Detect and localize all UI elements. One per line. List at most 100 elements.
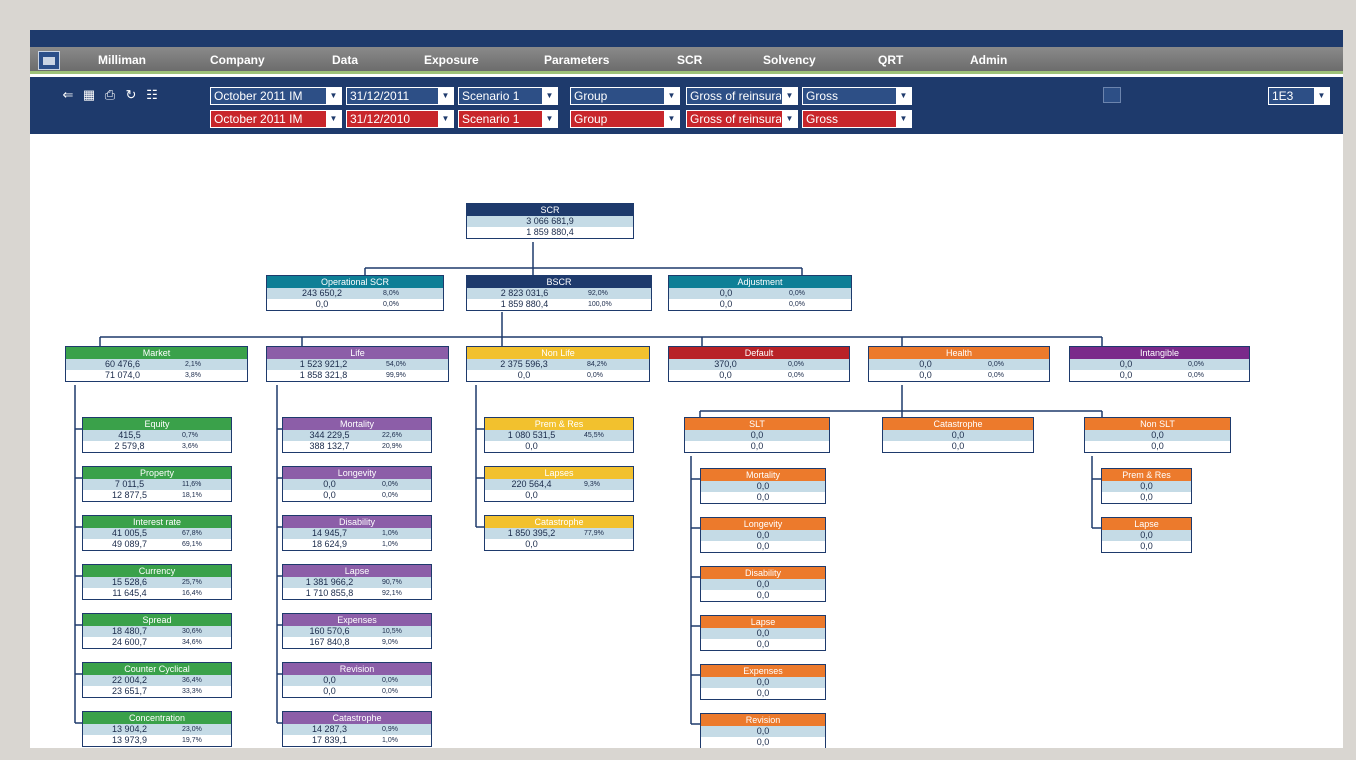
- reinsurance-select-reference[interactable]: Gross of reinsurance▼: [686, 110, 798, 128]
- market-spread-node[interactable]: Spread 18 480,7 30,6% 24 600,7 34,6%: [82, 613, 232, 649]
- health-catastrophe-node[interactable]: Catastrophe 0,0 0,0: [882, 417, 1034, 453]
- reference-value-row: 49 089,7 69,1%: [83, 539, 231, 550]
- menu-parameters[interactable]: Parameters: [544, 53, 609, 67]
- study-select-reference[interactable]: October 2011 IM ▼: [210, 110, 342, 128]
- nonlife-prem-and-res-node[interactable]: Prem & Res 1 080 531,5 45,5% 0,0: [484, 417, 634, 453]
- reference-value-row: 0,0 0,0%: [283, 686, 431, 697]
- current-value-row: 0,0: [1102, 530, 1191, 541]
- life-mortality-node[interactable]: Mortality 344 229,5 22,6% 388 132,7 20,9%: [282, 417, 432, 453]
- life-revision-node[interactable]: Revision 0,0 0,0% 0,0 0,0%: [282, 662, 432, 698]
- menu-solvency[interactable]: Solvency: [763, 53, 816, 67]
- date-select-current[interactable]: 31/12/2011 ▼: [346, 87, 454, 105]
- health-slt-node[interactable]: SLT 0,0 0,0: [684, 417, 830, 453]
- reference-share: 3,8%: [185, 372, 201, 379]
- menu-qrt[interactable]: QRT: [878, 53, 903, 67]
- scenario-select-current[interactable]: Scenario 1 ▼: [458, 87, 558, 105]
- reference-value: 0,0: [1140, 541, 1153, 551]
- slt-mortality-node[interactable]: Mortality 0,0 0,0: [700, 468, 826, 504]
- market-currency-node[interactable]: Currency 15 528,6 25,7% 11 645,4 16,4%: [82, 564, 232, 600]
- app-logo-icon[interactable]: [38, 51, 60, 70]
- gross-select-current[interactable]: Gross ▼: [802, 87, 912, 105]
- reference-value: 24 600,7: [111, 637, 148, 647]
- life-expenses-node[interactable]: Expenses 160 570,6 10,5% 167 840,8 9,0%: [282, 613, 432, 649]
- scr-scr-node[interactable]: SCR 3 066 681,9 1 859 880,4: [466, 203, 634, 239]
- slt-longevity-node[interactable]: Longevity 0,0 0,0: [700, 517, 826, 553]
- slt-lapse-node[interactable]: Lapse 0,0 0,0: [700, 615, 826, 651]
- node-title: Mortality: [701, 469, 825, 481]
- menu-exposure[interactable]: Exposure: [424, 53, 479, 67]
- chart-icon[interactable]: ▦: [81, 87, 97, 103]
- module-default-node[interactable]: Default 370,0 0,0% 0,0 0,0%: [668, 346, 850, 382]
- current-value-row: 344 229,5 22,6%: [283, 430, 431, 441]
- slt-disability-node[interactable]: Disability 0,0 0,0: [700, 566, 826, 602]
- date-select-reference[interactable]: 31/12/2010 ▼: [346, 110, 454, 128]
- node-title: Counter Cyclical: [83, 663, 231, 675]
- menu-milliman[interactable]: Milliman: [98, 53, 146, 67]
- current-value-row: 41 005,5 67,8%: [83, 528, 231, 539]
- slt-expenses-node[interactable]: Expenses 0,0 0,0: [700, 664, 826, 700]
- module-health-node[interactable]: Health 0,0 0,0% 0,0 0,0%: [868, 346, 1050, 382]
- slt-revision-node[interactable]: Revision 0,0 0,0: [700, 713, 826, 748]
- nonlife-catastrophe-node[interactable]: Catastrophe 1 850 395,2 77,9% 0,0: [484, 515, 634, 551]
- current-share: 0,0%: [1188, 361, 1204, 368]
- life-disability-node[interactable]: Disability 14 945,7 1,0% 18 624,9 1,0%: [282, 515, 432, 551]
- module-life-node[interactable]: Life 1 523 921,2 54,0% 1 858 321,8 99,9%: [266, 346, 449, 382]
- node-title: Spread: [83, 614, 231, 626]
- reference-value: 1 858 321,8: [299, 370, 348, 380]
- reference-share: 33,3%: [182, 688, 202, 695]
- current-value-row: 3 066 681,9: [467, 216, 633, 227]
- gross-select-reference[interactable]: Gross ▼: [802, 110, 912, 128]
- health-non-slt-node[interactable]: Non SLT 0,0 0,0: [1084, 417, 1231, 453]
- life-lapse-node[interactable]: Lapse 1 381 966,2 90,7% 1 710 855,8 92,1%: [282, 564, 432, 600]
- menu-company[interactable]: Company: [210, 53, 265, 67]
- node-title: Catastrophe: [485, 516, 633, 528]
- current-value: 3 066 681,9: [526, 216, 574, 226]
- chevron-down-icon: ▼: [438, 111, 453, 127]
- current-share: 0,0%: [988, 361, 1004, 368]
- current-value-row: 14 287,3 0,9%: [283, 724, 431, 735]
- reference-value-row: 1 858 321,8 99,9%: [267, 370, 448, 381]
- module-market-node[interactable]: Market 60 476,6 2,1% 71 074,0 3,8%: [65, 346, 248, 382]
- back-arrow-icon[interactable]: ⇐: [60, 87, 76, 103]
- entity-select-reference[interactable]: Group ▼: [570, 110, 680, 128]
- level1-operational-scr-node[interactable]: Operational SCR 243 650,2 8,0% 0,0 0,0%: [266, 275, 444, 311]
- reference-value: 0,0: [1151, 441, 1164, 451]
- refresh-icon[interactable]: ↻: [123, 87, 139, 103]
- life-catastrophe-node[interactable]: Catastrophe 14 287,3 0,9% 17 839,1 1,0%: [282, 711, 432, 747]
- market-concentration-node[interactable]: Concentration 13 904,2 23,0% 13 973,9 19,7%: [82, 711, 232, 747]
- nonlife-lapses-node[interactable]: Lapses 220 564,4 9,3% 0,0: [484, 466, 634, 502]
- level1-bscr-node[interactable]: BSCR 2 823 031,6 92,0% 1 859 880,4 100,0%: [466, 275, 652, 311]
- current-value-row: 0,0: [701, 677, 825, 688]
- hierarchy-icon[interactable]: ☷: [144, 87, 160, 103]
- module-intangible-node[interactable]: Intangible 0,0 0,0% 0,0 0,0%: [1069, 346, 1250, 382]
- node-title: Prem & Res: [485, 418, 633, 430]
- market-equity-node[interactable]: Equity 415,5 0,7% 2 579,8 3,6%: [82, 417, 232, 453]
- life-longevity-node[interactable]: Longevity 0,0 0,0% 0,0 0,0%: [282, 466, 432, 502]
- current-value: 370,0: [714, 359, 737, 369]
- menu-scr[interactable]: SCR: [677, 53, 702, 67]
- level1-adjustment-node[interactable]: Adjustment 0,0 0,0% 0,0 0,0%: [668, 275, 852, 311]
- current-value: 18 480,7: [111, 626, 148, 636]
- market-interest-rate-node[interactable]: Interest rate 41 005,5 67,8% 49 089,7 69,1%: [82, 515, 232, 551]
- reference-value: 49 089,7: [111, 539, 148, 549]
- menu-admin[interactable]: Admin: [970, 53, 1007, 67]
- table-view-icon[interactable]: [1103, 87, 1121, 103]
- date-select-reference-value: 31/12/2010: [350, 112, 411, 126]
- nonslt-lapse-node[interactable]: Lapse 0,0 0,0: [1101, 517, 1192, 553]
- unit-select[interactable]: 1E3 ▼: [1268, 87, 1330, 105]
- reference-value-row: 17 839,1 1,0%: [283, 735, 431, 746]
- entity-select-current[interactable]: Group ▼: [570, 87, 680, 105]
- module-non-life-node[interactable]: Non Life 2 375 596,3 84,2% 0,0 0,0%: [466, 346, 650, 382]
- market-property-node[interactable]: Property 7 011,5 11,6% 12 877,5 18,1%: [82, 466, 232, 502]
- reinsurance-select-current[interactable]: Gross of reinsurance▼: [686, 87, 798, 105]
- print-icon[interactable]: ⎙: [102, 87, 118, 103]
- menu-data[interactable]: Data: [332, 53, 358, 67]
- nonslt-prem-and-res-node[interactable]: Prem & Res 0,0 0,0: [1101, 468, 1192, 504]
- chevron-down-icon: ▼: [782, 111, 797, 127]
- node-title: Longevity: [701, 518, 825, 530]
- study-select-current[interactable]: October 2011 IM ▼: [210, 87, 342, 105]
- current-value-row: 0,0 0,0%: [1070, 359, 1249, 370]
- scenario-select-reference[interactable]: Scenario 1 ▼: [458, 110, 558, 128]
- market-counter-cyclical-node[interactable]: Counter Cyclical 22 004,2 36,4% 23 651,7 33,…: [82, 662, 232, 698]
- chevron-down-icon: ▼: [326, 111, 341, 127]
